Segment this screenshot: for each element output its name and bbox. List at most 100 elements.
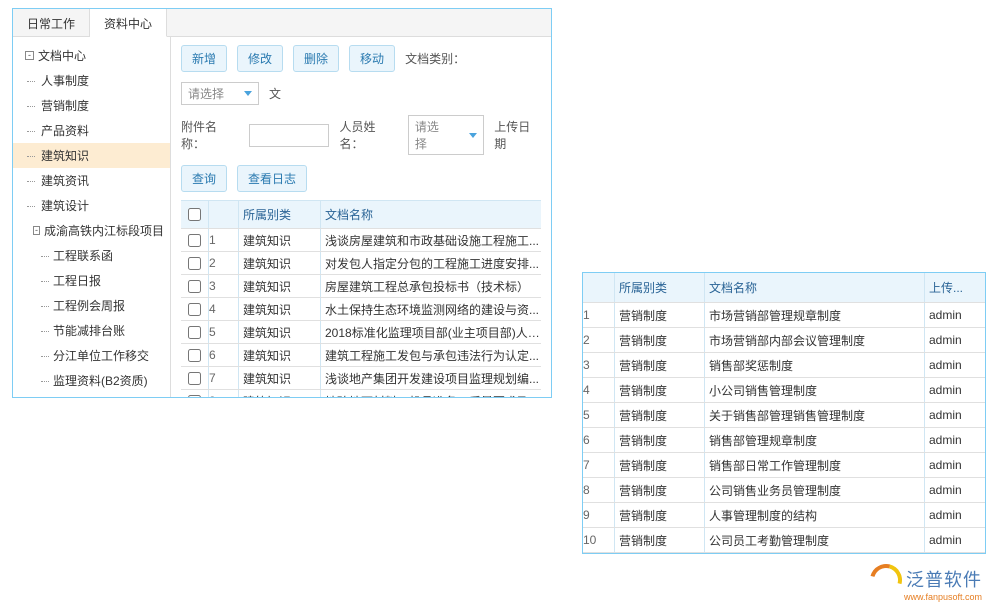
- grid-header: 所属别类 文档名称: [181, 201, 541, 229]
- table-row[interactable]: 10营销制度公司员工考勤管理制度admin: [583, 528, 985, 553]
- table-row[interactable]: 8建筑知识地砖地面材料、机具准备、质量要求及...: [181, 390, 541, 397]
- row-index: 4: [583, 378, 615, 402]
- row-checkbox[interactable]: [188, 349, 201, 362]
- row-index: 6: [209, 344, 239, 366]
- query-button[interactable]: 查询: [181, 165, 227, 192]
- table-row[interactable]: 1营销制度市场营销部管理规章制度admin: [583, 303, 985, 328]
- main-window: 日常工作 资料中心 - 文档中心 人事制度 营销制度 产品资料 建筑知识 建筑资…: [12, 8, 552, 398]
- col-docname[interactable]: 文档名称: [321, 206, 541, 223]
- tree-item-hr[interactable]: 人事制度: [13, 68, 170, 93]
- collapse-icon[interactable]: -: [25, 51, 34, 60]
- upload-date-label: 上传日期: [494, 118, 541, 152]
- logo-url: www.fanpusoft.com: [904, 592, 982, 602]
- log-button[interactable]: 查看日志: [237, 165, 307, 192]
- doc-type-select[interactable]: 请选择: [181, 82, 259, 105]
- row-category: 建筑知识: [239, 344, 321, 366]
- col-category[interactable]: 所属别类: [615, 273, 705, 302]
- row-index: 10: [583, 528, 615, 552]
- edit-button[interactable]: 修改: [237, 45, 283, 72]
- move-button[interactable]: 移动: [349, 45, 395, 72]
- table-row[interactable]: 7营销制度销售部日常工作管理制度admin: [583, 453, 985, 478]
- select-value: 请选择: [415, 118, 449, 152]
- row-category: 营销制度: [615, 478, 705, 502]
- attach-name-input[interactable]: [249, 124, 329, 147]
- delete-button[interactable]: 删除: [293, 45, 339, 72]
- table-row[interactable]: 3营销制度销售部奖惩制度admin: [583, 353, 985, 378]
- row-uploader: admin: [925, 533, 985, 547]
- select-value: 请选择: [188, 85, 224, 102]
- add-button[interactable]: 新增: [181, 45, 227, 72]
- row-uploader: admin: [925, 383, 985, 397]
- tree-item[interactable]: 监理资料(B2资质): [13, 368, 170, 393]
- row-category: 建筑知识: [239, 298, 321, 320]
- tree-root-project[interactable]: - 成渝高铁内江标段项目: [13, 218, 170, 243]
- table-row[interactable]: 6建筑知识建筑工程施工发包与承包违法行为认定...: [181, 344, 541, 367]
- row-checkbox[interactable]: [188, 326, 201, 339]
- doc-grid: 所属别类 文档名称 1建筑知识浅谈房屋建筑和市政基础设施工程施工...2建筑知识…: [181, 200, 541, 397]
- table-row[interactable]: 5建筑知识2018标准化监理项目部(业主项目部)人员...: [181, 321, 541, 344]
- row-index: 6: [583, 428, 615, 452]
- table-row[interactable]: 4建筑知识水土保持生态环境监测网络的建设与资...: [181, 298, 541, 321]
- row-index: 1: [583, 303, 615, 327]
- table-row[interactable]: 3建筑知识房屋建筑工程总承包投标书（技术标）: [181, 275, 541, 298]
- table-row[interactable]: 6营销制度销售部管理规章制度admin: [583, 428, 985, 453]
- tree-item[interactable]: 监理资料(B3质量控制): [13, 393, 170, 397]
- tree-item[interactable]: 工程例会周报: [13, 293, 170, 318]
- row-index: 5: [583, 403, 615, 427]
- table-row[interactable]: 2建筑知识对发包人指定分包的工程施工进度安排...: [181, 252, 541, 275]
- table-row[interactable]: 4营销制度小公司销售管理制度admin: [583, 378, 985, 403]
- row-uploader: admin: [925, 333, 985, 347]
- col-docname[interactable]: 文档名称: [705, 273, 925, 302]
- row-category: 建筑知识: [239, 367, 321, 389]
- tree-item[interactable]: 工程联系函: [13, 243, 170, 268]
- tree-item-building-design[interactable]: 建筑设计: [13, 193, 170, 218]
- tree-item-product[interactable]: 产品资料: [13, 118, 170, 143]
- row-category: 营销制度: [615, 428, 705, 452]
- content-area: 新增 修改 删除 移动 文档类别： 请选择 文 附件名称： 人员姓名： 请选择: [171, 37, 551, 397]
- col-category[interactable]: 所属别类: [239, 201, 321, 228]
- tree-item[interactable]: 分江单位工作移交: [13, 343, 170, 368]
- row-category: 营销制度: [615, 303, 705, 327]
- row-docname: 公司员工考勤管理制度: [705, 528, 925, 552]
- row-docname: 市场营销部管理规章制度: [705, 303, 925, 327]
- tree-item-building-news[interactable]: 建筑资讯: [13, 168, 170, 193]
- select-all-checkbox[interactable]: [188, 208, 201, 221]
- table-row[interactable]: 8营销制度公司销售业务员管理制度admin: [583, 478, 985, 503]
- row-checkbox[interactable]: [188, 257, 201, 270]
- chevron-down-icon: [244, 91, 252, 96]
- table-row[interactable]: 7建筑知识浅谈地产集团开发建设项目监理规划编...: [181, 367, 541, 390]
- row-category: 营销制度: [615, 328, 705, 352]
- tab-data-center[interactable]: 资料中心: [90, 9, 167, 37]
- row-docname: 2018标准化监理项目部(业主项目部)人员...: [321, 324, 541, 341]
- row-checkbox[interactable]: [188, 234, 201, 247]
- row-docname: 销售部管理规章制度: [705, 428, 925, 452]
- row-checkbox[interactable]: [188, 280, 201, 293]
- secondary-grid-window: 所属别类 文档名称 上传... 1营销制度市场营销部管理规章制度admin2营销…: [582, 272, 986, 554]
- table-row[interactable]: 9营销制度人事管理制度的结构admin: [583, 503, 985, 528]
- tab-daily[interactable]: 日常工作: [13, 9, 90, 36]
- row-checkbox[interactable]: [188, 372, 201, 385]
- row-category: 营销制度: [615, 528, 705, 552]
- row-category: 营销制度: [615, 403, 705, 427]
- row-checkbox[interactable]: [188, 395, 201, 398]
- row-docname: 浅谈房屋建筑和市政基础设施工程施工...: [321, 232, 541, 249]
- tree-item[interactable]: 节能减排台账: [13, 318, 170, 343]
- table-row[interactable]: 2营销制度市场营销部内部会议管理制度admin: [583, 328, 985, 353]
- person-select[interactable]: 请选择: [408, 115, 484, 155]
- col-index: [583, 273, 615, 302]
- table-row[interactable]: 1建筑知识浅谈房屋建筑和市政基础设施工程施工...: [181, 229, 541, 252]
- tree-root-doc-center[interactable]: - 文档中心: [13, 43, 170, 68]
- row-index: 7: [583, 453, 615, 477]
- row-docname: 关于销售部管理销售管理制度: [705, 403, 925, 427]
- tree-item[interactable]: 工程日报: [13, 268, 170, 293]
- tree-item-marketing[interactable]: 营销制度: [13, 93, 170, 118]
- col-uploader[interactable]: 上传...: [925, 279, 985, 296]
- row-docname: 人事管理制度的结构: [705, 503, 925, 527]
- table-row[interactable]: 5营销制度关于销售部管理销售管理制度admin: [583, 403, 985, 428]
- collapse-icon[interactable]: -: [33, 226, 40, 235]
- row-checkbox[interactable]: [188, 303, 201, 316]
- row-uploader: admin: [925, 433, 985, 447]
- row-category: 建筑知识: [239, 321, 321, 343]
- col-index: [209, 201, 239, 228]
- tree-item-building-knowledge[interactable]: 建筑知识: [13, 143, 170, 168]
